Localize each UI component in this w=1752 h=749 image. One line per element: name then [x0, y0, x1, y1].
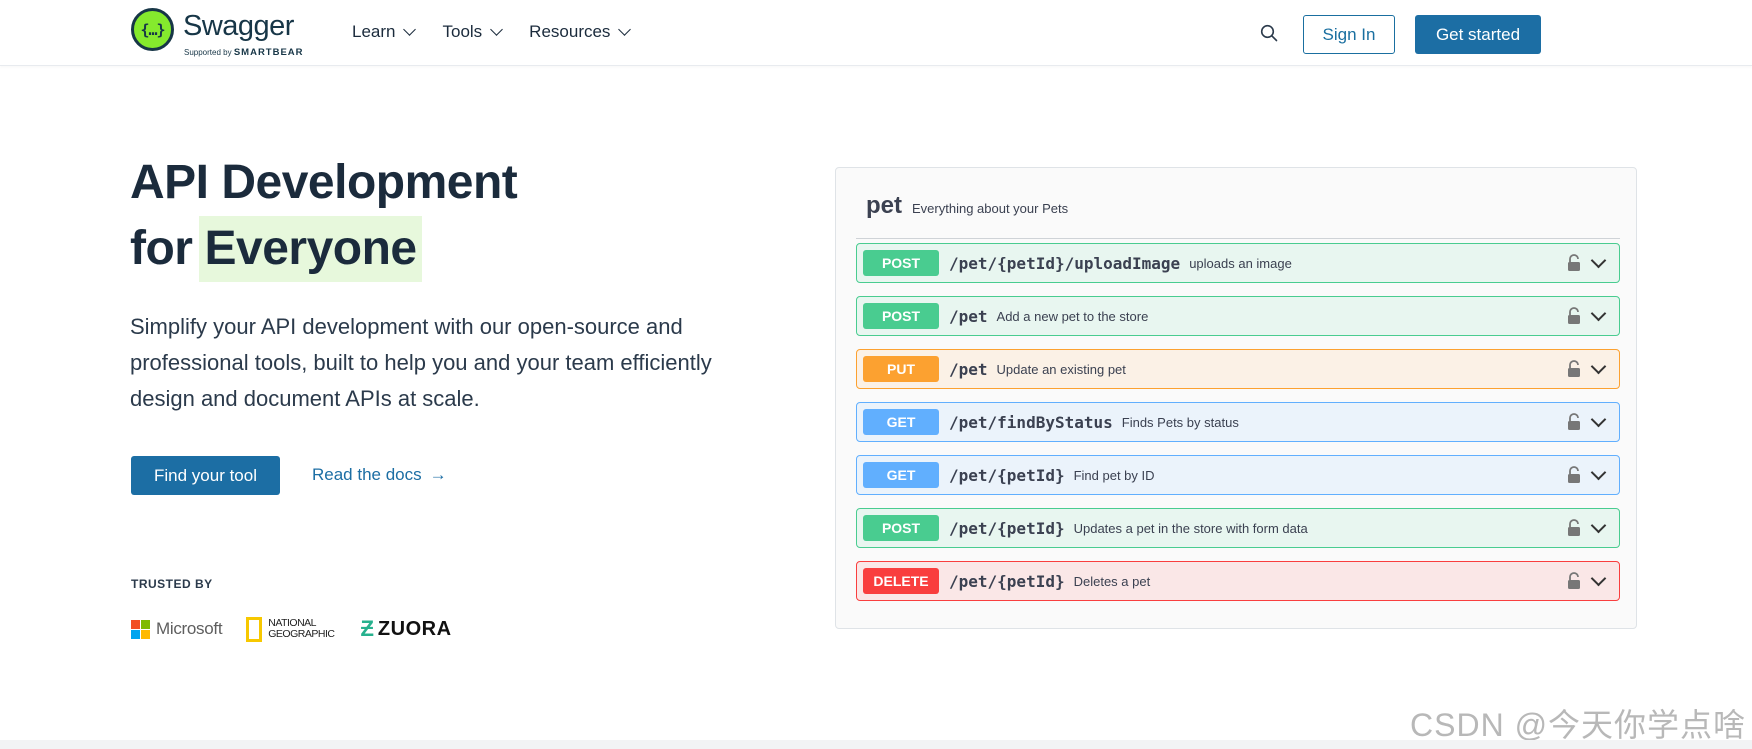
operation-summary: Deletes a pet — [1073, 573, 1151, 589]
operation-path: /pet/{petId} — [949, 518, 1065, 538]
site-header: {…} Swagger Supported by SMARTBEAR Learn… — [0, 0, 1752, 66]
hero-title-line1: API Development — [130, 156, 518, 209]
hero-title: API Development for Everyone — [130, 150, 518, 282]
method-badge: POST — [863, 250, 939, 276]
chevron-down-icon[interactable] — [1590, 411, 1607, 428]
operation-path: /pet/{petId}/uploadImage — [949, 253, 1181, 273]
arrow-right-icon: → — [429, 465, 447, 484]
operation-row[interactable]: DELETE /pet/{petId} Deletes a pet — [856, 561, 1620, 601]
nav-tools-label: Tools — [442, 22, 483, 41]
read-the-docs-link[interactable]: Read the docs → — [312, 465, 447, 485]
unlock-icon[interactable] — [1567, 519, 1581, 537]
operation-path: /pet — [949, 306, 988, 326]
unlock-icon[interactable] — [1567, 413, 1581, 431]
main-nav: Learn Tools Resources — [352, 22, 657, 42]
method-badge: DELETE — [863, 568, 939, 594]
find-your-tool-button[interactable]: Find your tool — [131, 456, 280, 495]
method-badge: PUT — [863, 356, 939, 382]
hero-title-highlight: Everyone — [199, 216, 422, 282]
microsoft-logo: Microsoft — [131, 619, 223, 639]
zuora-wordmark: ZUORA — [377, 617, 452, 640]
operation-path: /pet/{petId} — [949, 465, 1065, 485]
chevron-down-icon[interactable] — [1590, 570, 1607, 587]
chevron-down-icon[interactable] — [1590, 358, 1607, 375]
search-icon[interactable] — [1260, 24, 1278, 42]
tag-description: Everything about your Pets — [912, 201, 1069, 216]
nav-resources[interactable]: Resources — [529, 22, 632, 42]
unlock-icon[interactable] — [1567, 360, 1581, 378]
operation-summary: uploads an image — [1189, 255, 1292, 271]
nav-learn-label: Learn — [352, 22, 396, 41]
read-the-docs-label: Read the docs — [312, 465, 422, 484]
zuora-logo: Ƶ ZUORA — [360, 616, 451, 642]
divider — [856, 238, 1620, 239]
operation-row[interactable]: GET /pet/findByStatus Finds Pets by stat… — [856, 402, 1620, 442]
operation-summary: Update an existing pet — [996, 361, 1126, 377]
operation-summary: Find pet by ID — [1073, 467, 1155, 483]
page-bottom-strip — [0, 740, 1752, 749]
logo-supported-by: Supported by SMARTBEAR — [184, 47, 304, 58]
hero-description: Simplify your API development with our o… — [130, 314, 712, 411]
operation-summary: Finds Pets by status — [1121, 414, 1239, 430]
nav-tools[interactable]: Tools — [442, 22, 504, 42]
chevron-down-icon — [403, 23, 417, 36]
operation-tag-header[interactable]: pet Everything about your Pets — [866, 192, 1068, 220]
method-badge: POST — [863, 515, 939, 541]
nav-learn[interactable]: Learn — [352, 22, 417, 42]
zuora-mark-icon: Ƶ — [360, 616, 374, 641]
unlock-icon[interactable] — [1567, 572, 1581, 590]
swagger-ui-preview: pet Everything about your Pets POST /pet… — [835, 167, 1637, 629]
unlock-icon[interactable] — [1567, 466, 1581, 484]
operation-row[interactable]: PUT /pet Update an existing pet — [856, 349, 1620, 389]
operation-row[interactable]: POST /pet/{petId} Updates a pet in the s… — [856, 508, 1620, 548]
chevron-down-icon[interactable] — [1590, 464, 1607, 481]
operation-row[interactable]: POST /pet/{petId}/uploadImage uploads an… — [856, 243, 1620, 283]
yellow-frame-icon — [246, 616, 263, 642]
chevron-down-icon — [618, 23, 632, 36]
get-started-button[interactable]: Get started — [1415, 15, 1541, 54]
operation-path: /pet/findByStatus — [949, 412, 1113, 432]
unlock-icon[interactable] — [1567, 254, 1581, 272]
microsoft-wordmark: Microsoft — [156, 619, 223, 638]
nav-resources-label: Resources — [529, 22, 611, 41]
national-geographic-wordmark: NATIONAL GEOGRAPHIC — [268, 617, 335, 640]
unlock-icon[interactable] — [1567, 307, 1581, 325]
operation-summary: Updates a pet in the store with form dat… — [1073, 520, 1308, 536]
method-badge: GET — [863, 409, 939, 435]
trusted-by-label: TRUSTED BY — [131, 577, 213, 591]
trusted-logos: Microsoft NATIONAL GEOGRAPHIC Ƶ ZUORA — [131, 616, 452, 642]
method-badge: GET — [863, 462, 939, 488]
operation-row[interactable]: POST /pet Add a new pet to the store — [856, 296, 1620, 336]
operation-path: /pet/{petId} — [949, 571, 1065, 591]
operation-summary: Add a new pet to the store — [996, 308, 1149, 324]
tag-name: pet — [866, 192, 902, 219]
national-geographic-logo: NATIONAL GEOGRAPHIC — [246, 616, 335, 642]
operation-path: /pet — [949, 359, 988, 379]
chevron-down-icon[interactable] — [1590, 305, 1607, 322]
swagger-logo-icon: {…} — [131, 8, 174, 51]
swagger-logo[interactable]: {…} Swagger Supported by SMARTBEAR — [131, 8, 311, 58]
hero-title-for: for — [130, 222, 193, 275]
microsoft-grid-icon — [131, 619, 150, 639]
logo-wordmark: Swagger — [183, 10, 294, 42]
chevron-down-icon — [490, 23, 504, 36]
chevron-down-icon[interactable] — [1590, 252, 1607, 269]
hero-title-line2: for Everyone — [130, 216, 517, 282]
operation-row[interactable]: GET /pet/{petId} Find pet by ID — [856, 455, 1620, 495]
chevron-down-icon[interactable] — [1590, 517, 1607, 534]
method-badge: POST — [863, 303, 939, 329]
sign-in-button[interactable]: Sign In — [1303, 15, 1395, 54]
